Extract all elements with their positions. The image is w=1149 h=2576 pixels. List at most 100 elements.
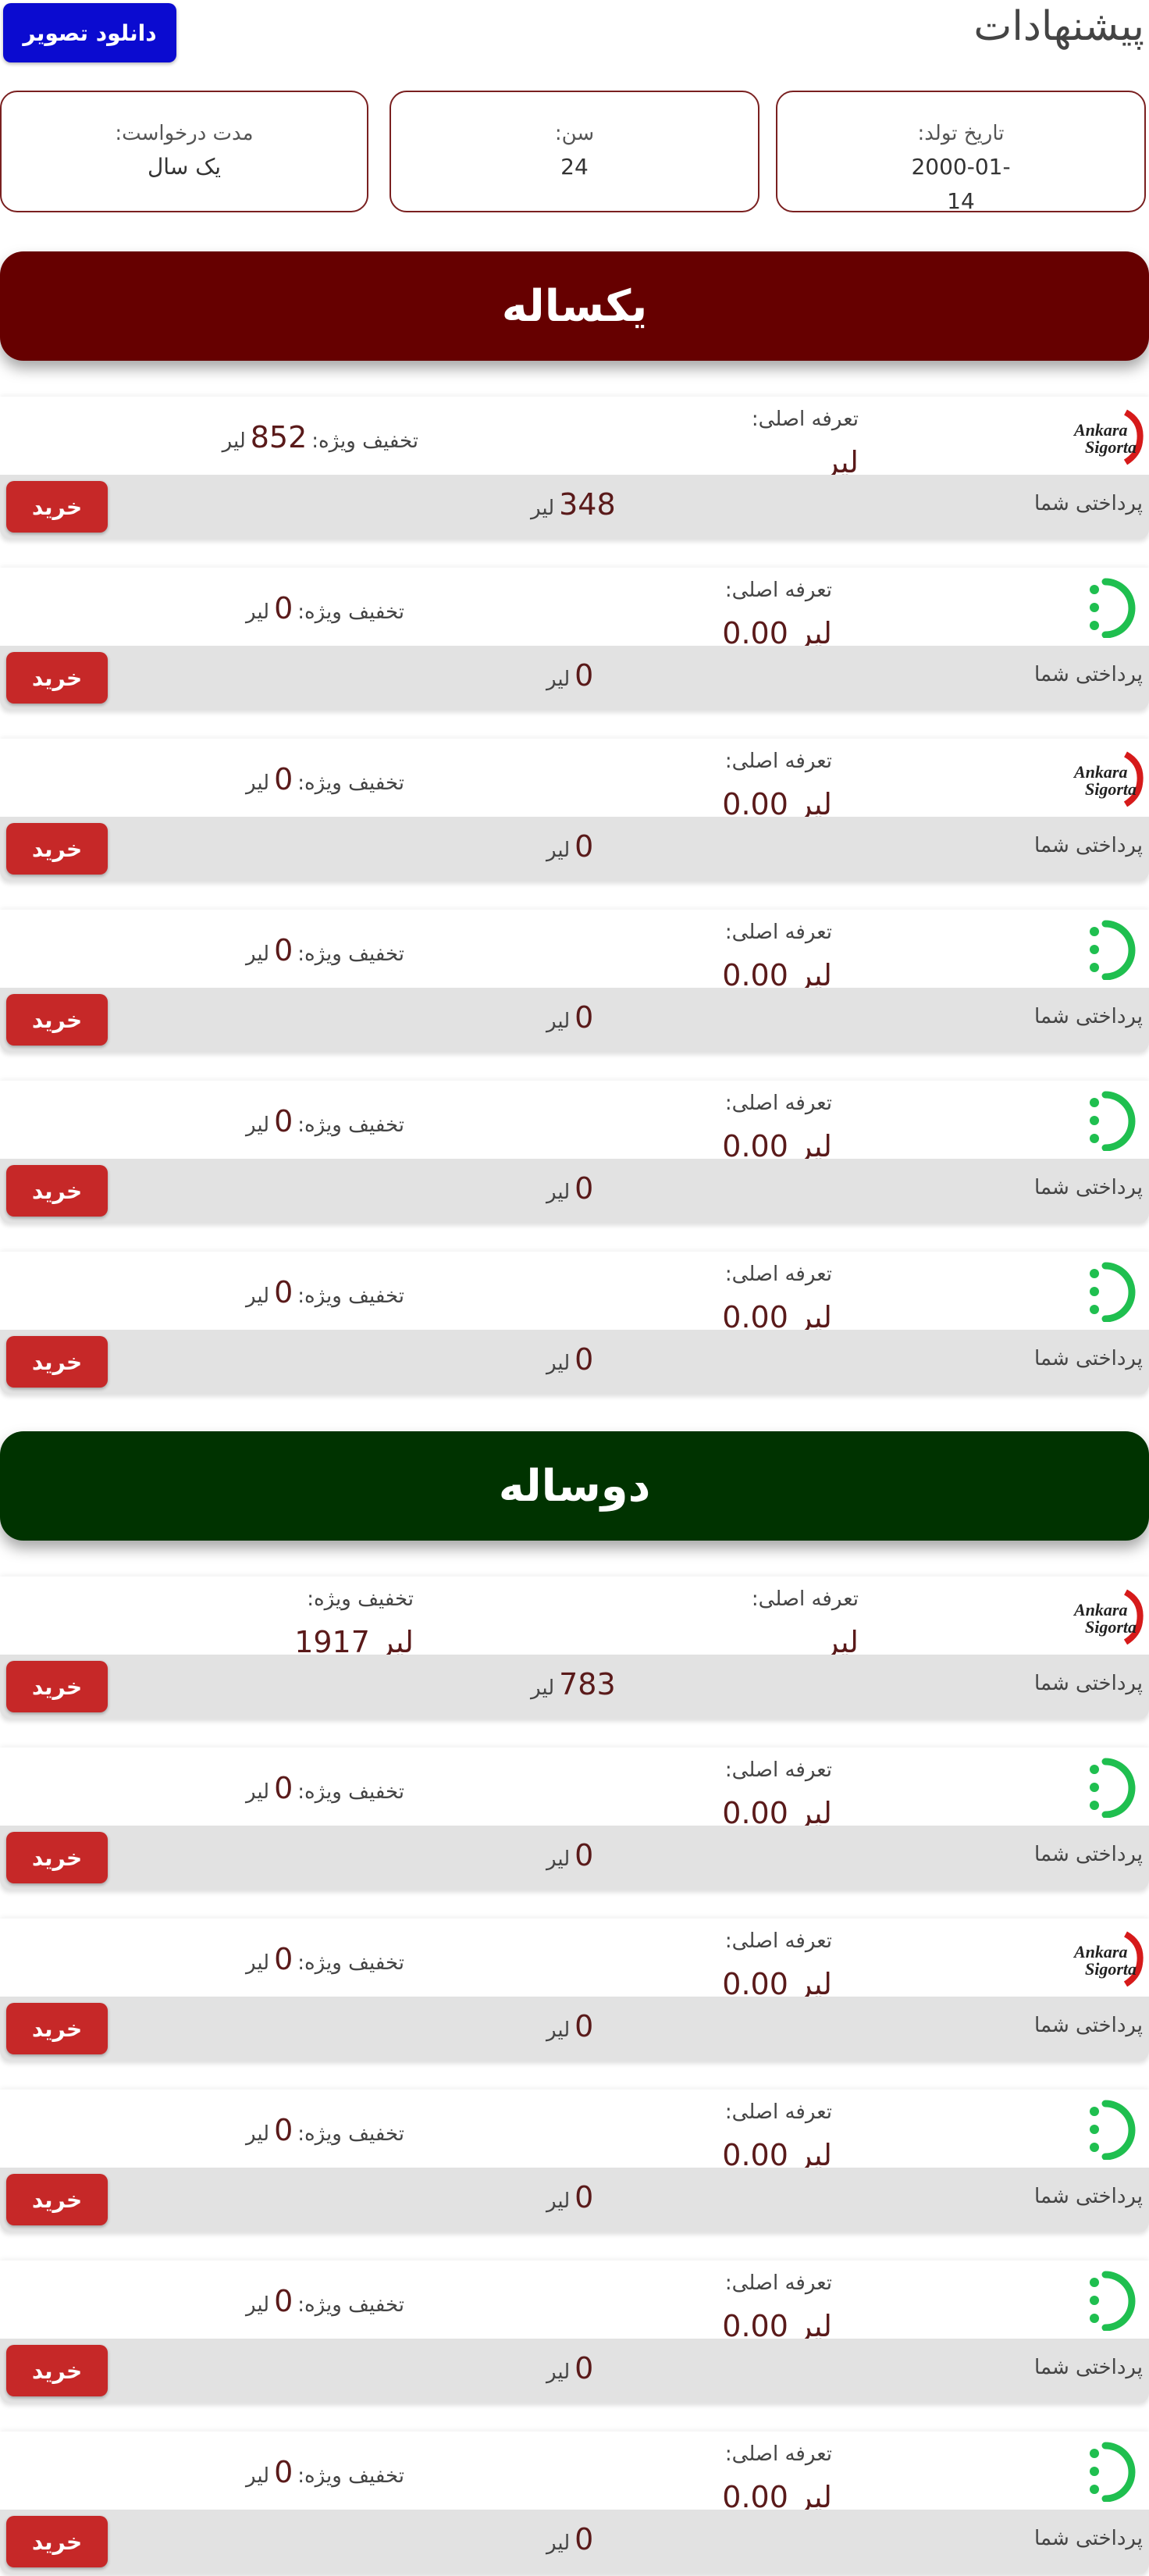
original-price-label: تعرفه اصلی: xyxy=(724,2442,832,2466)
currency-label: لیر xyxy=(546,2531,571,2555)
currency-label: لیر xyxy=(222,429,246,453)
special-discount-label: تخفیف ویژه: xyxy=(297,2464,404,2488)
currency-label: لیر xyxy=(546,1181,571,1204)
currency-label: لیر xyxy=(531,497,555,520)
header: پیشنهادات دانلود تصویر xyxy=(0,0,1149,70)
currency-label: لیر xyxy=(245,942,270,966)
your-payment-value: 0لیر xyxy=(546,1838,593,1872)
special-discount-value: 0 xyxy=(274,1275,293,1309)
offer-card: تعرفه اصلی: لیر 0.00 تخفیف ویژه:0لیر پرداخت… xyxy=(0,568,1149,710)
offer-details: تعرفه اصلی: لیر 0.00 تخفیف ویژه:0لیر xyxy=(0,2090,1149,2168)
original-price-label: تعرفه اصلی: xyxy=(724,1092,832,1115)
offer-card: تعرفه اصلی: لیر 0.00 تخفیف ویژه:0لیر پرداخت… xyxy=(0,1252,1149,1394)
buy-button[interactable]: خرید xyxy=(6,2516,108,2567)
buy-button[interactable]: خرید xyxy=(6,994,108,1046)
offer-details: تعرفه اصلی: لیر 0.00 تخفیف ویژه:0لیر xyxy=(0,910,1149,988)
payment-amount: 0 xyxy=(574,1342,594,1377)
currency-label: لیر xyxy=(245,1113,270,1137)
original-price-value: لیر 0.00 xyxy=(722,958,832,988)
currency-label: لیر xyxy=(245,1284,270,1308)
original-price-label: تعرفه اصلی: xyxy=(724,1263,832,1286)
special-discount-label: تخفیف ویژه: xyxy=(297,2293,404,2317)
special-discount-value: 0 xyxy=(274,762,293,796)
offer-details: تعرفه اصلی: لیر 0.00 تخفیف ویژه:0لیر xyxy=(0,2432,1149,2510)
buy-button[interactable]: خرید xyxy=(6,481,108,533)
special-discount: تخفیف ویژه:0لیر xyxy=(246,2113,404,2147)
original-price-value: لیر 0.00 xyxy=(722,1129,832,1159)
special-discount-value: 0 xyxy=(274,1104,293,1138)
buy-button[interactable]: خرید xyxy=(6,1661,108,1712)
section-banner-two-year: دوساله xyxy=(0,1431,1149,1541)
your-payment-label: پرداختی شما xyxy=(1034,1672,1143,1695)
special-discount-label: تخفیف ویژه: xyxy=(297,771,404,795)
special-discount: تخفیف ویژه:0لیر xyxy=(246,591,404,625)
buy-button[interactable]: خرید xyxy=(6,1165,108,1217)
currency-label: لیر xyxy=(245,2293,270,2317)
your-payment-value: 0لیر xyxy=(546,2522,593,2556)
your-payment-label: پرداختی شما xyxy=(1034,2185,1143,2208)
offer-card: Ankara Sigorta تعرفه اصلی: لیر 0.00 تخفیف وی… xyxy=(0,739,1149,881)
buy-button[interactable]: خرید xyxy=(6,652,108,704)
your-payment-label: پرداختی شما xyxy=(1034,663,1143,686)
payment-amount: 783 xyxy=(559,1667,616,1701)
special-discount: تخفیف ویژه:0لیر xyxy=(246,2455,404,2489)
currency-label: لیر xyxy=(546,839,571,862)
buy-button[interactable]: خرید xyxy=(6,2345,108,2396)
your-payment-label: پرداختی شما xyxy=(1034,492,1143,515)
duration-value: یک سال xyxy=(147,154,222,180)
special-discount: تخفیف ویژه:0لیر xyxy=(246,933,404,967)
svg-text:Sigorta: Sigorta xyxy=(1085,1617,1137,1637)
payment-amount: 0 xyxy=(574,2180,594,2214)
currency-label: لیر xyxy=(245,600,270,624)
currency-label: لیر xyxy=(546,1847,571,1871)
special-discount: تخفیف ویژه:0لیر xyxy=(246,1771,404,1805)
insurer-logo-icon xyxy=(1071,2441,1146,2503)
ankara-sigorta-logo-icon: Ankara Sigorta xyxy=(1071,748,1146,809)
your-payment-label: پرداختی شما xyxy=(1034,2527,1143,2550)
special-discount-value: 0 xyxy=(274,2455,293,2489)
special-discount-value: 0 xyxy=(274,591,293,625)
your-payment-value: 783لیر xyxy=(531,1667,616,1701)
buy-button[interactable]: خرید xyxy=(6,1832,108,1883)
offer-details: Ankara Sigorta تعرفه اصلی: لیر 0.00 تخفیف وی… xyxy=(0,739,1149,817)
special-discount: تخفیف ویژه:0لیر xyxy=(246,1104,404,1138)
buy-button[interactable]: خرید xyxy=(6,1336,108,1388)
download-image-button[interactable]: دانلود تصویر xyxy=(3,3,176,62)
special-discount-label: تخفیف ویژه: xyxy=(297,1284,404,1308)
special-discount: تخفیف ویژه:852لیر xyxy=(222,420,418,454)
original-price-value: لیر 1200.00 xyxy=(824,445,859,475)
your-payment-value: 0لیر xyxy=(546,1000,593,1035)
special-discount-value: 852 xyxy=(250,420,308,454)
original-price-value: لیر 0.00 xyxy=(722,616,832,646)
birth-date-label: تاریخ تولد: xyxy=(917,122,1005,145)
currency-label: لیر xyxy=(546,1352,571,1375)
svg-text:Sigorta: Sigorta xyxy=(1085,437,1137,457)
buy-button[interactable]: خرید xyxy=(6,823,108,875)
original-price-label: تعرفه اصلی: xyxy=(724,1929,832,1953)
payment-bar: پرداختی شما 348لیر خرید xyxy=(0,475,1149,539)
buy-button[interactable]: خرید xyxy=(6,2003,108,2054)
insurer-logo-icon xyxy=(1071,577,1146,639)
currency-label: لیر xyxy=(245,2122,270,2146)
payment-amount: 0 xyxy=(574,1838,594,1872)
your-payment-value: 348لیر xyxy=(531,487,616,522)
ankara-sigorta-logo-icon: Ankara Sigorta xyxy=(1071,1928,1146,1989)
your-payment-value: 0لیر xyxy=(546,1342,593,1377)
special-discount-value: 0 xyxy=(274,2284,293,2318)
payment-bar: پرداختی شما 0لیر خرید xyxy=(0,1826,1149,1890)
currency-label: لیر xyxy=(546,2189,571,2213)
birth-date-box: تاریخ تولد: 2000-01-14 xyxy=(776,91,1146,214)
payment-bar: پرداختی شما 0لیر خرید xyxy=(0,646,1149,710)
duration-box: مدت درخواست: یک سال xyxy=(0,91,368,212)
payment-amount: 0 xyxy=(574,1000,594,1035)
payment-bar: پرداختی شما 0لیر خرید xyxy=(0,2510,1149,2574)
buy-button[interactable]: خرید xyxy=(6,2174,108,2225)
special-discount-label: تخفیف ویژه: xyxy=(311,429,418,453)
payment-amount: 0 xyxy=(574,2351,594,2385)
payment-amount: 0 xyxy=(574,829,594,864)
payment-amount: 0 xyxy=(574,2522,594,2556)
your-payment-label: پرداختی شما xyxy=(1034,2356,1143,2379)
special-discount-label: تخفیف ویژه: xyxy=(297,2122,404,2146)
special-discount: تخفیف ویژه:0لیر xyxy=(246,1275,404,1309)
currency-label: لیر xyxy=(546,668,571,691)
